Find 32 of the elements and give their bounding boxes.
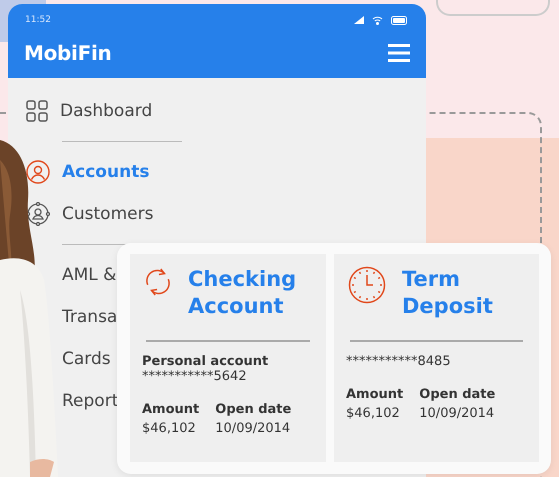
grid-icon <box>26 100 48 122</box>
field-value: $46,102 <box>142 421 197 436</box>
field-value: 10/09/2014 <box>215 421 292 436</box>
field-label: Open date <box>419 387 496 402</box>
app-logo: MobiFin <box>24 40 112 64</box>
clock-icon <box>348 266 386 304</box>
status-time: 11:52 <box>25 15 51 25</box>
account-title: Checking Account <box>188 266 298 320</box>
field-label: Amount <box>142 402 200 417</box>
account-card[interactable]: Checking Account Personal account ***********5642 Amount $46,102 Open date 10/09/2014 <box>130 254 326 462</box>
field-label: Open date <box>215 402 292 417</box>
menu-item[interactable]: Dashboard <box>60 101 152 121</box>
field-value: 10/09/2014 <box>419 406 496 421</box>
menu-item[interactable]: Report <box>62 391 118 411</box>
field-label: Amount <box>346 387 404 402</box>
wifi-icon <box>372 16 383 24</box>
account-type: Personal account <box>142 354 270 369</box>
menu-item[interactable]: Customers <box>62 204 154 224</box>
user-icon <box>26 160 50 184</box>
battery-icon <box>391 16 408 24</box>
refresh-icon <box>144 266 172 298</box>
menu-item[interactable]: Transa <box>62 307 118 327</box>
field-value: $46,102 <box>346 406 401 421</box>
account-title: Term Deposit <box>402 266 494 320</box>
account-number: ***********8485 <box>346 354 452 369</box>
account-number: ***********5642 <box>142 369 248 384</box>
signal-icon <box>354 16 364 24</box>
people-icon <box>26 202 50 226</box>
menu-item[interactable]: AML & <box>62 265 116 285</box>
menu-icon[interactable] <box>388 44 410 62</box>
account-card[interactable]: Term Deposit ***********8485 Amount $46,102 Open date 10/09/2014 <box>334 254 539 462</box>
menu-item[interactable]: Cards <box>62 349 111 369</box>
